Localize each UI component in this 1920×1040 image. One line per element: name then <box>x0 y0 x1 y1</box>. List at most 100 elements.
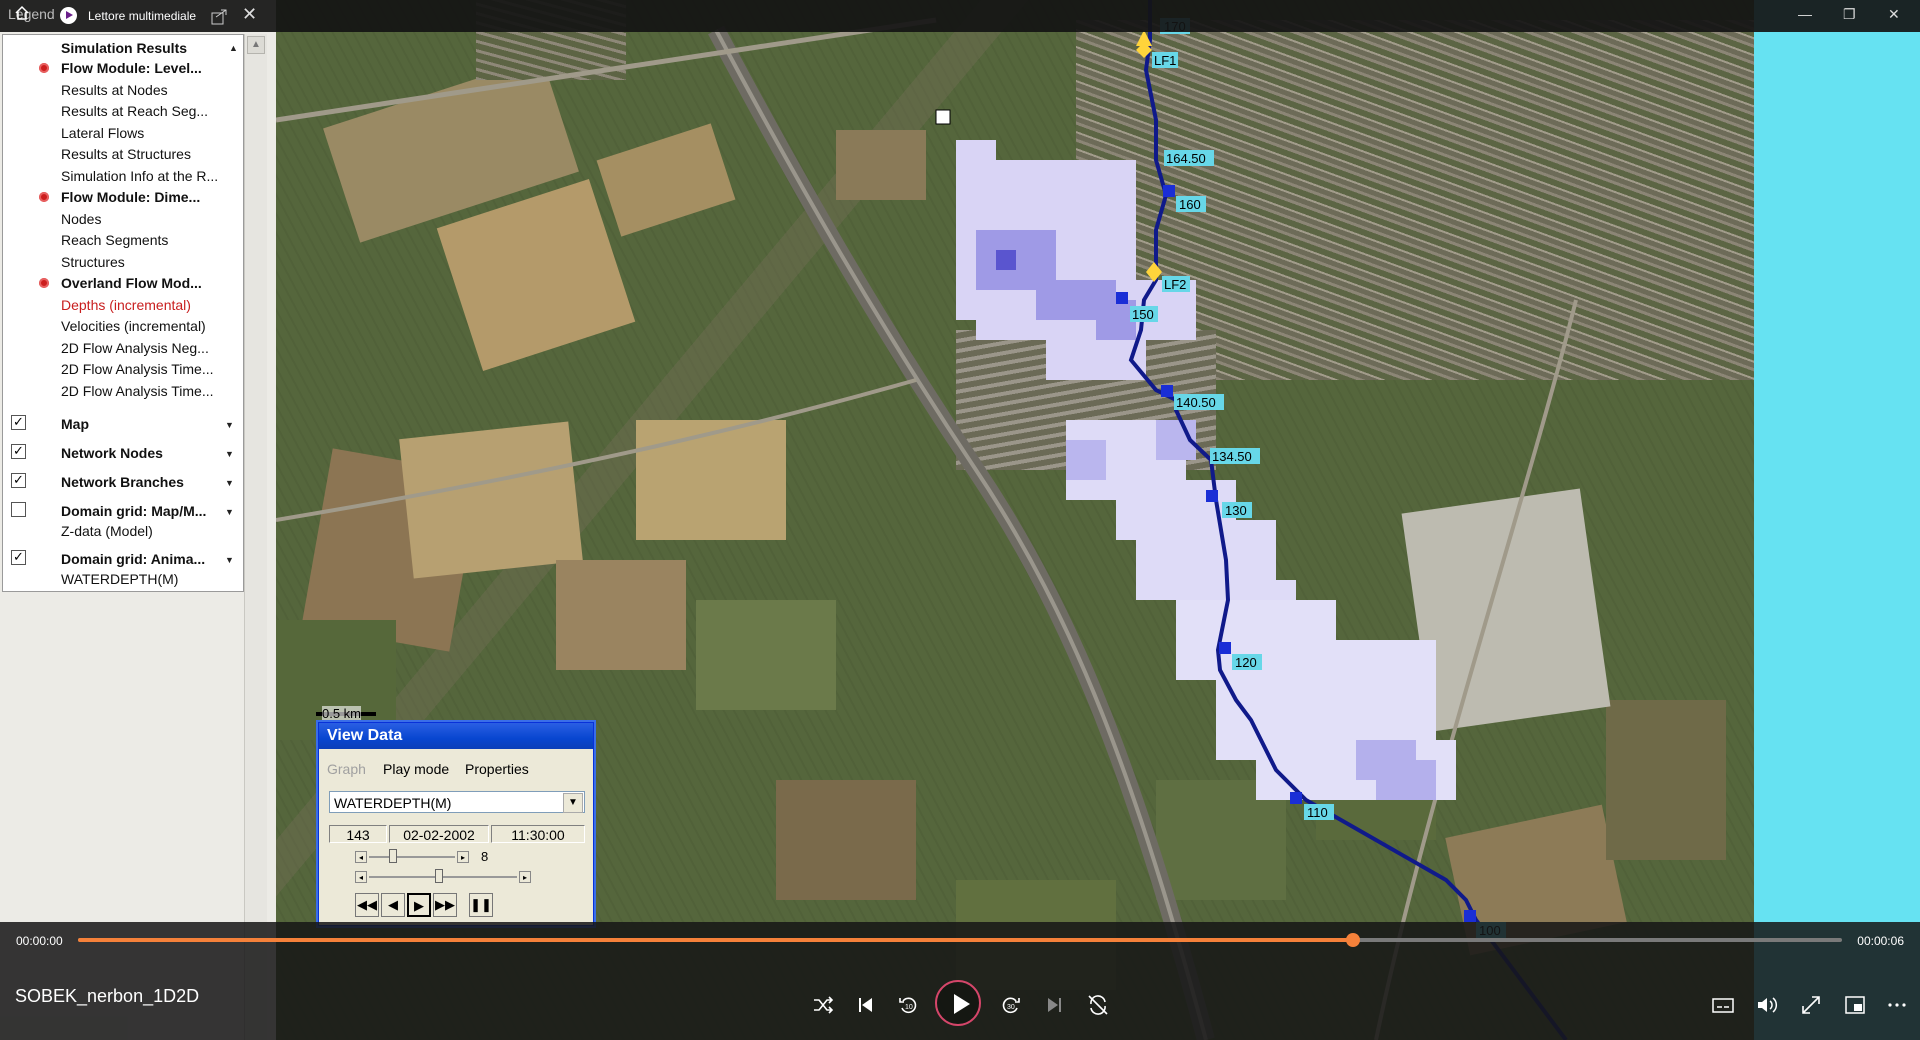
legend-item-results-at-reach-seg[interactable]: Results at Reach Seg... <box>61 103 208 119</box>
app-title: Lettore multimediale <box>88 9 197 23</box>
slider-left-icon[interactable]: ◂ <box>355 851 367 863</box>
time-slider[interactable]: ◂ ▸ <box>355 869 531 883</box>
legend-tree: Simulation Results ▲ Flow Module: Level.… <box>2 34 244 592</box>
legend-item-2d-flow-neg[interactable]: 2D Flow Analysis Neg... <box>61 340 209 356</box>
station-label-130: 130 <box>1225 503 1247 518</box>
home-icon[interactable] <box>14 5 30 21</box>
layer-map[interactable]: Map <box>61 416 89 432</box>
step-back-button[interactable]: ◀ <box>381 893 405 917</box>
step-size-slider[interactable]: ◂ ▸ <box>355 849 469 863</box>
previous-icon[interactable] <box>852 992 878 1018</box>
layer-domain-grid-anim-sub: WATERDEPTH(M) <box>61 571 179 587</box>
volume-icon[interactable] <box>1754 992 1780 1018</box>
layer-network-nodes-checkbox[interactable]: ✓ <box>11 444 26 459</box>
map-marker-square <box>935 109 951 125</box>
pin-icon[interactable] <box>210 8 228 26</box>
slider-thumb[interactable] <box>389 849 397 863</box>
chevron-down-icon[interactable]: ▼ <box>225 478 234 488</box>
video-frame: Simulation Results ▲ Flow Module: Level.… <box>0 0 1920 1040</box>
layer-map-checkbox[interactable]: ✓ <box>11 415 26 430</box>
legend-item-simulation-info[interactable]: Simulation Info at the R... <box>61 168 218 184</box>
dialog-title: View Data <box>319 723 593 749</box>
legend-item-reach-segments[interactable]: Reach Segments <box>61 232 168 248</box>
current-time: 00:00:00 <box>16 934 63 948</box>
legend-item-structures[interactable]: Structures <box>61 254 125 270</box>
svg-text:10: 10 <box>905 1004 913 1011</box>
legend-item-depths-incremental[interactable]: Depths (incremental) <box>61 297 191 313</box>
legend-close-icon[interactable]: ✕ <box>242 4 257 25</box>
legend-item-flow-module-level[interactable]: Flow Module: Level... <box>61 60 202 76</box>
legend-item-results-at-nodes[interactable]: Results at Nodes <box>61 82 168 98</box>
legend-scrollbar[interactable]: ▲ <box>244 34 267 1040</box>
layer-domain-grid-map[interactable]: Domain grid: Map/M... <box>61 503 206 519</box>
subtitles-icon[interactable] <box>1710 992 1736 1018</box>
skip-forward-30-icon[interactable]: 30 <box>998 992 1024 1018</box>
legend-item-results-at-structures[interactable]: Results at Structures <box>61 146 191 162</box>
chevron-down-icon[interactable]: ▼ <box>225 449 234 459</box>
total-time: 00:00:06 <box>1857 934 1904 948</box>
menu-play-mode[interactable]: Play mode <box>383 761 449 777</box>
chevron-down-icon[interactable]: ▼ <box>225 507 234 517</box>
layer-network-branches[interactable]: Network Branches <box>61 474 184 490</box>
seek-thumb[interactable] <box>1346 933 1361 947</box>
layer-network-branches-checkbox[interactable]: ✓ <box>11 473 26 488</box>
seek-bar[interactable] <box>78 933 1842 947</box>
legend-item-2d-flow-time-1[interactable]: 2D Flow Analysis Time... <box>61 361 214 377</box>
more-options-icon[interactable] <box>1884 992 1910 1018</box>
play-step-button[interactable]: ▶ <box>407 893 431 917</box>
chevron-down-icon[interactable]: ▼ <box>225 420 234 430</box>
media-title: SOBEK_nerbon_1D2D <box>15 986 200 1006</box>
minimize-button[interactable]: — <box>1798 6 1812 22</box>
slider-right-icon[interactable]: ▸ <box>519 871 531 883</box>
step-size-value: 8 <box>481 849 489 864</box>
layer-network-nodes[interactable]: Network Nodes <box>61 445 163 461</box>
legend-item-overland-flow[interactable]: Overland Flow Mod... <box>61 275 202 291</box>
menu-properties[interactable]: Properties <box>465 761 529 777</box>
chevron-down-icon[interactable]: ▼ <box>563 793 583 813</box>
station-label-140-50: 140.50 <box>1176 395 1216 410</box>
slider-left-icon[interactable]: ◂ <box>355 871 367 883</box>
station-label-150: 150 <box>1132 307 1154 322</box>
close-button[interactable]: ✕ <box>1888 6 1900 23</box>
layer-domain-grid-anim[interactable]: Domain grid: Anima... <box>61 551 205 567</box>
fullscreen-icon[interactable] <box>1798 992 1824 1018</box>
road <box>276 17 937 123</box>
legend-item-flow-module-dime[interactable]: Flow Module: Dime... <box>61 189 200 205</box>
station-label-lf2: LF2 <box>1164 277 1187 292</box>
legend-item-nodes[interactable]: Nodes <box>61 211 101 227</box>
legend-item-velocities[interactable]: Velocities (incremental) <box>61 318 206 334</box>
red-dot-icon <box>39 192 49 202</box>
media-player-logo-icon <box>60 7 77 24</box>
layer-domain-grid-map-sub: Z-data (Model) <box>61 523 153 539</box>
parameter-value: WATERDEPTH(M) <box>334 795 452 811</box>
map-background-strip <box>1754 0 1920 1040</box>
play-button[interactable] <box>935 980 981 1026</box>
rewind-button[interactable]: ◀◀ <box>355 893 379 917</box>
repeat-off-icon[interactable] <box>1085 992 1111 1018</box>
menu-graph: Graph <box>327 761 366 777</box>
legend-panel: Simulation Results ▲ Flow Module: Level.… <box>0 0 276 1040</box>
collapse-up-icon[interactable]: ▲ <box>229 43 238 53</box>
legend-item-simulation-results[interactable]: Simulation Results <box>61 40 187 56</box>
scroll-up-icon[interactable]: ▲ <box>247 36 265 54</box>
forward-button[interactable]: ▶▶ <box>433 893 457 917</box>
maximize-button[interactable]: ❐ <box>1843 6 1856 23</box>
view-data-dialog[interactable]: View Data Graph Play mode Properties WAT… <box>318 722 594 926</box>
legend-item-lateral-flows[interactable]: Lateral Flows <box>61 125 144 141</box>
legend-item-2d-flow-time-2[interactable]: 2D Flow Analysis Time... <box>61 383 214 399</box>
svg-text:30: 30 <box>1007 1004 1015 1011</box>
chevron-down-icon[interactable]: ▼ <box>225 555 234 565</box>
station-label-110: 110 <box>1307 805 1328 820</box>
layer-domain-grid-map-checkbox[interactable] <box>11 502 26 517</box>
next-icon[interactable] <box>1042 992 1068 1018</box>
pause-button[interactable]: ❚❚ <box>469 893 493 917</box>
parameter-select[interactable]: WATERDEPTH(M) ▼ <box>329 791 585 813</box>
mini-player-icon[interactable] <box>1842 992 1868 1018</box>
date-field: 02-02-2002 <box>389 825 489 843</box>
time-field: 11:30:00 <box>491 825 585 843</box>
slider-right-icon[interactable]: ▸ <box>457 851 469 863</box>
layer-domain-grid-anim-checkbox[interactable]: ✓ <box>11 550 26 565</box>
skip-back-10-icon[interactable]: 10 <box>895 992 921 1018</box>
slider-thumb[interactable] <box>435 869 443 883</box>
shuffle-icon[interactable] <box>810 992 836 1018</box>
